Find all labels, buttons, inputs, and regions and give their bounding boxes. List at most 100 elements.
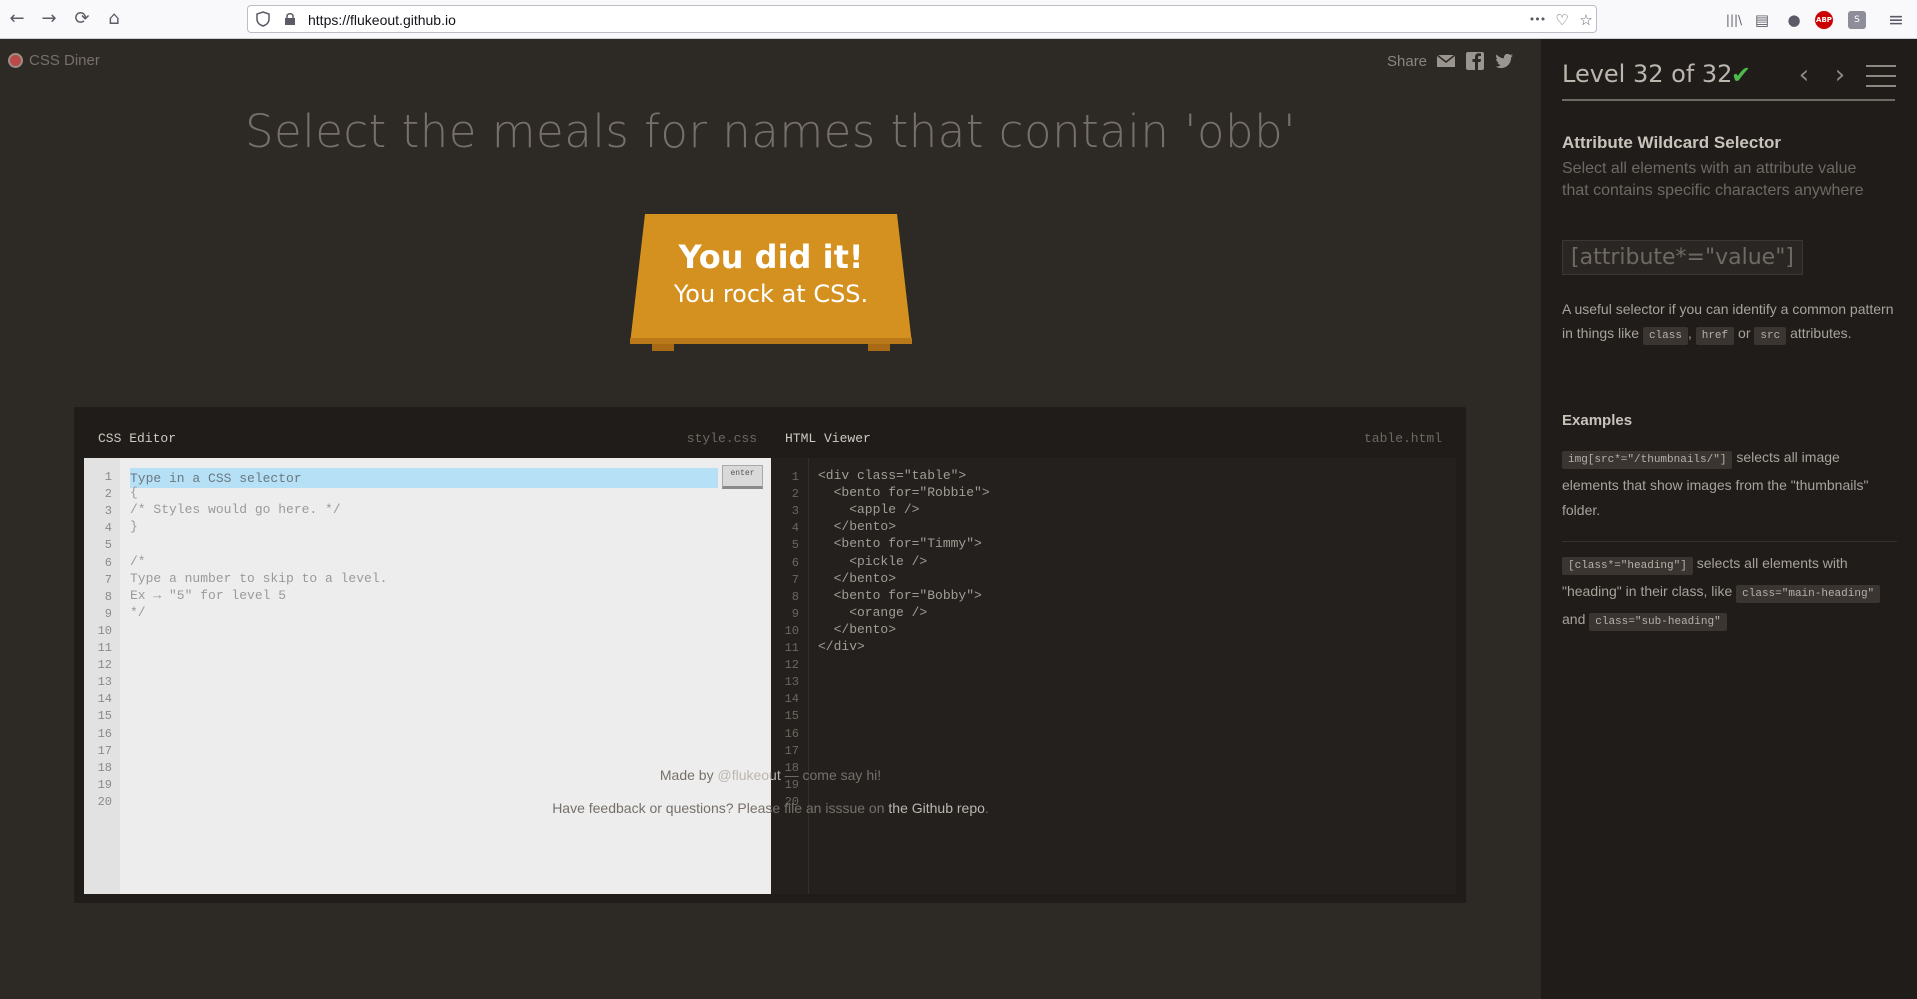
hamburger-menu-icon[interactable]: ≡ (1886, 10, 1906, 30)
reload-icon[interactable]: ⟳ (71, 8, 93, 30)
previous-level-icon[interactable]: ‹ (1794, 61, 1814, 89)
line-number: 14 (97, 692, 112, 707)
code-line: <bento for="Robbie"> (818, 485, 990, 501)
feedback-line: Have feedback or questions? Please file … (0, 800, 1541, 816)
code-line: <apple /> (818, 502, 920, 518)
example-1: img[src*="/thumbnails/"] selects all ima… (1562, 445, 1897, 523)
home-icon[interactable]: ⌂ (103, 8, 125, 30)
line-number: 11 (784, 641, 799, 655)
pocket-icon[interactable]: ♡ (1553, 11, 1571, 29)
code-line: </bento> (818, 621, 897, 637)
examples-divider (1562, 541, 1897, 542)
code-line: <bento for="Timmy"> (818, 536, 982, 552)
line-number: 1 (791, 470, 799, 484)
hint-code-class: class (1642, 327, 1688, 345)
html-viewer[interactable]: 1 2 3 4 5 6 7 8 9 10 11 12 13 14 15 16 17 18 19 20 <div cla… (771, 458, 1456, 894)
address-bar[interactable]: https://flukeout.github.io ••• ♡ ☆ (247, 5, 1597, 33)
line-number: 13 (97, 675, 112, 690)
credits-line: Made by @flukeout — come say hi! (0, 767, 1541, 783)
line-number: 17 (784, 743, 799, 758)
author-link[interactable]: @flukeout (717, 767, 780, 783)
browser-toolbar: ← → ⟳ ⌂ https://flukeout.github.io ••• ♡… (0, 0, 1917, 39)
examples-title: Examples (1562, 412, 1633, 429)
success-title: You did it! (678, 238, 864, 276)
more-icon[interactable]: ••• (1528, 11, 1546, 29)
css-line-numbers: 1 2 3 4 5 6 7 8 9 10 11 12 13 14 15 16 17 18 19 20 (84, 458, 120, 894)
hint-code-href: href (1695, 327, 1735, 345)
css-editor-title: CSS Editor (98, 431, 177, 446)
code-line: Ex → "5" for level 5 (130, 587, 287, 603)
share-label: Share (1387, 52, 1428, 70)
line-number: 6 (104, 555, 112, 570)
line-number: 9 (104, 606, 112, 621)
feedback-suffix: . (984, 800, 989, 816)
code-line: { (130, 485, 138, 501)
line-number: 12 (97, 658, 112, 673)
line-number: 4 (791, 521, 799, 536)
level-title: Level 32 of 32 (1562, 60, 1733, 88)
shield-icon[interactable] (256, 11, 270, 27)
library-icon[interactable]: |||\ (1724, 10, 1744, 30)
level-progress (1562, 99, 1895, 101)
code-line: </bento> (818, 570, 897, 586)
line-number: 2 (791, 487, 799, 502)
line-number: 3 (104, 504, 112, 519)
logo[interactable]: CSS Diner (8, 52, 100, 69)
example-2: [class*="heading"] selects all elements … (1562, 551, 1897, 635)
css-selector-input[interactable] (130, 468, 718, 488)
line-number: 15 (97, 709, 112, 724)
level-instruction: Select the meals for names that contain … (244, 105, 1297, 158)
share-bar: Share (1387, 51, 1514, 71)
code-line: */ (130, 604, 146, 620)
line-number: 8 (791, 589, 799, 604)
line-number: 1 (104, 470, 112, 484)
line-number: 10 (784, 623, 799, 638)
enter-button[interactable]: enter (722, 465, 763, 489)
url-text[interactable]: https://flukeout.github.io (308, 12, 456, 28)
line-number: 17 (97, 743, 112, 758)
reader-icon[interactable]: ▤ (1752, 10, 1772, 30)
adblock-icon[interactable]: ABP (1815, 11, 1833, 29)
line-number: 14 (784, 692, 799, 707)
line-number: 3 (791, 504, 799, 519)
credits-suffix: — come say hi! (780, 767, 882, 783)
back-icon[interactable]: ← (6, 8, 28, 30)
css-editor[interactable]: 1234567891011121314151617181920 enter {/… (84, 458, 771, 894)
line-number: 9 (791, 606, 799, 621)
line-number: 8 (104, 589, 112, 604)
example-2-and: and (1562, 611, 1590, 627)
code-line: Type a number to skip to a level. (130, 570, 388, 586)
code-line: <orange /> (818, 604, 928, 620)
success-message: You did it! You rock at CSS. (630, 237, 912, 311)
credits-prefix: Made by (659, 767, 718, 783)
forward-icon[interactable]: → (38, 8, 60, 30)
html-file-name: table.html (1363, 431, 1442, 446)
code-line: <div class="table"> (818, 468, 967, 483)
line-number: 7 (791, 572, 799, 587)
css-file-name: style.css (686, 431, 757, 446)
line-number: 5 (791, 538, 799, 553)
email-icon[interactable] (1436, 51, 1456, 71)
success-subtitle: You rock at CSS. (673, 280, 869, 308)
extension-icon[interactable]: S (1848, 11, 1866, 29)
hint-code-src: src (1754, 327, 1787, 345)
code-line: } (130, 519, 138, 535)
html-line-numbers: 1 2 3 4 5 6 7 8 9 10 11 12 13 14 15 16 17 18 19 20 (771, 458, 809, 894)
line-number: 5 (104, 538, 112, 553)
line-number: 16 (784, 726, 799, 741)
selector-hint: A useful selector if you can identify a … (1562, 297, 1902, 348)
next-level-icon[interactable]: › (1830, 61, 1850, 89)
code-line: </bento> (818, 519, 897, 535)
facebook-icon[interactable] (1465, 51, 1485, 71)
lock-icon[interactable] (284, 12, 296, 26)
example-2-code-sub: class="sub-heading" (1589, 613, 1727, 631)
github-repo-link[interactable]: the Github repo (888, 800, 985, 816)
game-area: CSS Diner Share Select the meals for nam… (0, 39, 1541, 999)
level-menu-icon[interactable] (1866, 65, 1896, 87)
code-line: /* (130, 553, 146, 569)
star-icon[interactable]: ☆ (1577, 11, 1595, 29)
twitter-icon[interactable] (1494, 51, 1514, 71)
account-icon[interactable]: ● (1784, 10, 1804, 30)
hint-separator: , (1687, 325, 1696, 341)
example-2-code-main: class="main-heading" (1736, 585, 1881, 603)
